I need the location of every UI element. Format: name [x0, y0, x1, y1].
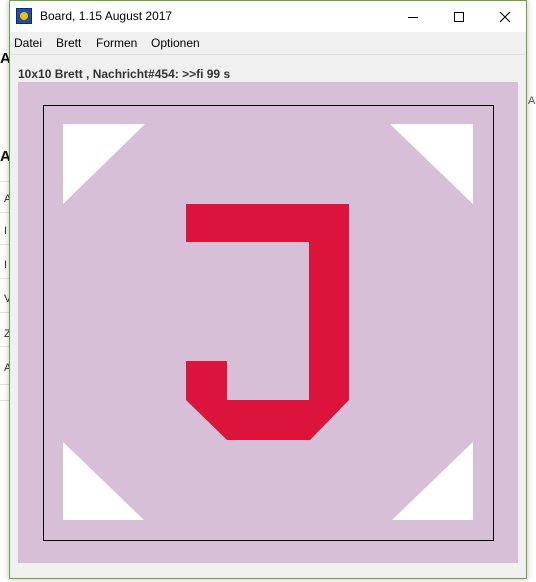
title-bar[interactable]: Board, 1.15 August 2017 [10, 1, 526, 32]
board-window: Board, 1.15 August 2017 Datei Brett Form… [9, 0, 527, 579]
board-drawing [18, 82, 518, 563]
board-canvas[interactable] [18, 82, 518, 563]
minimize-icon [408, 16, 418, 18]
app-icon [16, 8, 32, 24]
menu-formen[interactable]: Formen [96, 36, 137, 50]
close-icon [499, 11, 511, 22]
background-fragment-right: A [528, 95, 536, 107]
status-label: 10x10 Brett , Nachricht#454: >>fi 99 s [18, 67, 231, 81]
background-fragment: I [4, 225, 8, 237]
close-button[interactable] [482, 1, 528, 32]
menu-datei[interactable]: Datei [14, 36, 42, 50]
menu-brett[interactable]: Brett [56, 36, 81, 50]
minimize-button[interactable] [390, 1, 436, 32]
maximize-icon [454, 11, 464, 22]
maximize-button[interactable] [436, 1, 482, 32]
background-fragment: I [4, 259, 8, 271]
window-title: Board, 1.15 August 2017 [40, 9, 173, 23]
menu-bar: Datei Brett Formen Optionen [10, 32, 526, 55]
menu-optionen[interactable]: Optionen [151, 36, 200, 50]
